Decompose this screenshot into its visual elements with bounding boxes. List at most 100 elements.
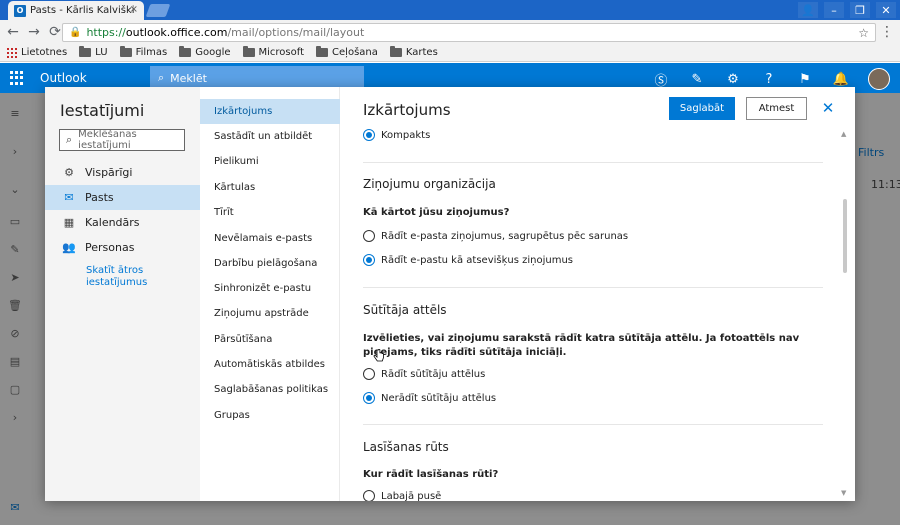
radio-compact[interactable]: Kompakts <box>363 129 430 141</box>
help-icon[interactable]: ? <box>760 70 778 88</box>
subnav-auto-replies[interactable]: Automātiskās atbildes <box>200 352 340 377</box>
minimize-button[interactable]: – <box>824 2 844 18</box>
gear-icon: ⚙ <box>64 166 74 179</box>
bookmark-label: Kartes <box>405 47 438 58</box>
browser-title-bar: O Pasts - Kārlis Kalviški × 👤 – ❐ ✕ <box>0 0 900 20</box>
outlook-favicon-icon: O <box>14 4 26 17</box>
settings-detail-pane: Izkārtojums Saglabāt Atmest ✕ Kompakts Z… <box>341 87 855 501</box>
settings-category-pane: Iestatījumi ⌕ Meklēšanas iestatījumi ⚙ V… <box>45 87 200 501</box>
app-launcher-icon[interactable] <box>10 71 24 85</box>
browser-tab[interactable]: O Pasts - Kārlis Kalviški × <box>8 1 144 20</box>
feedback-icon[interactable]: ⚑ <box>796 70 814 88</box>
folder-icon <box>316 46 329 57</box>
back-icon[interactable]: ← <box>5 24 21 40</box>
notifications-icon[interactable]: 🔔 <box>832 70 850 88</box>
settings-search-placeholder: Meklēšanas iestatījumi <box>78 129 137 151</box>
bookmark-label: Microsoft <box>258 47 305 58</box>
subnav-sync[interactable]: Sinhronizēt e-pastu <box>200 276 340 301</box>
subnav-compose[interactable]: Sastādīt un atbildēt <box>200 124 340 149</box>
url-input[interactable]: 🔒 https:// outlook.office.com /mail/opti… <box>62 23 876 42</box>
folder-icon <box>79 46 92 57</box>
subnav-customize-actions[interactable]: Darbību pielāgošana <box>200 251 340 276</box>
url-path: /mail/options/mail/layout <box>227 26 365 39</box>
scrollbar-thumb[interactable] <box>843 199 847 273</box>
reload-icon[interactable]: ⟳ <box>47 24 63 40</box>
sender-description: Izvēlieties, vai ziņojumu sarakstā rādīt… <box>363 333 800 358</box>
apps-grid-icon <box>7 47 17 58</box>
bookmark-folder[interactable]: Ceļošana <box>316 46 378 58</box>
nav-calendar[interactable]: ▦ Kalendārs <box>45 210 200 235</box>
tab-close-icon[interactable]: × <box>130 4 138 15</box>
subnav-retention[interactable]: Saglabāšanas politikas <box>200 377 340 402</box>
maximize-button[interactable]: ❐ <box>850 2 870 18</box>
browser-menu-icon[interactable]: ⋮ <box>880 24 894 40</box>
section-title-reading-pane: Lasīšanas rūts <box>363 440 449 454</box>
radio-label: Rādīt e-pastu kā atsevišķus ziņojumus <box>381 254 574 266</box>
new-tab-button[interactable] <box>145 4 171 17</box>
close-icon[interactable]: ✕ <box>819 99 837 117</box>
discard-button[interactable]: Atmest <box>746 97 807 120</box>
reading-question: Kur rādīt lasīšanas rūti? <box>363 469 499 480</box>
radio-label: Labajā pusē <box>381 490 442 502</box>
radio-label: Nerādīt sūtītāju attēlus <box>381 392 497 404</box>
divider <box>363 162 823 163</box>
forward-icon[interactable]: → <box>26 24 42 40</box>
radio-conversation[interactable]: Rādīt e-pasta ziņojumus, sagrupētus pēc … <box>363 230 628 242</box>
nav-label: Kalendārs <box>85 216 140 229</box>
subnav-attachments[interactable]: Pielikumi <box>200 149 340 174</box>
settings-scroll-area[interactable]: Kompakts Ziņojumu organizācija Kā kārtot… <box>341 127 855 501</box>
radio-individual[interactable]: Rādīt e-pastu kā atsevišķus ziņojumus <box>363 254 573 266</box>
avatar[interactable] <box>868 68 890 90</box>
bookmarks-bar: Lietotnes LU Filmas Google Microsoft Ceļ… <box>0 44 900 62</box>
nav-general[interactable]: ⚙ Vispārīgi <box>45 160 200 185</box>
section-title-sender-image: Sūtītāja attēls <box>363 303 447 317</box>
close-window-button[interactable]: ✕ <box>876 2 896 18</box>
subnav-forwarding[interactable]: Pārsūtīšana <box>200 327 340 352</box>
radio-dot <box>363 254 375 266</box>
search-icon: ⌕ <box>66 133 73 146</box>
tasks-icon[interactable]: ✎ <box>688 70 706 88</box>
bookmark-apps[interactable]: Lietotnes <box>7 47 67 58</box>
radio-dot <box>363 490 375 501</box>
profile-icon[interactable]: 👤 <box>798 2 818 18</box>
settings-gear-icon[interactable]: ⚙ <box>724 70 742 88</box>
bookmark-folder[interactable]: LU <box>79 46 108 58</box>
radio-label: Rādīt sūtītāju attēlus <box>381 368 486 380</box>
subnav-message-handling[interactable]: Ziņojumu apstrāde <box>200 301 340 326</box>
subnav-layout[interactable]: Izkārtojums <box>200 99 340 124</box>
bookmark-folder[interactable]: Google <box>179 46 231 58</box>
bookmark-folder[interactable]: Filmas <box>119 46 167 58</box>
bookmark-folder[interactable]: Microsoft <box>242 46 305 58</box>
bookmark-star-icon[interactable]: ☆ <box>858 26 869 40</box>
organization-question: Kā kārtot jūsu ziņojumus? <box>363 207 510 218</box>
nav-mail[interactable]: ✉ Pasts <box>45 185 200 210</box>
radio-label: Rādīt e-pasta ziņojumus, sagrupētus pēc … <box>381 230 629 242</box>
skype-icon[interactable]: Ⓢ <box>652 70 670 89</box>
hand-cursor-icon <box>373 349 384 362</box>
radio-dot <box>363 230 375 242</box>
divider <box>363 287 823 288</box>
nav-label: Pasts <box>85 191 114 204</box>
scroll-down-icon[interactable]: ▼ <box>841 489 849 497</box>
address-toolbar: ← → ⟳ 🔒 https:// outlook.office.com /mai… <box>0 20 900 44</box>
subnav-junk[interactable]: Nevēlamais e-pasts <box>200 226 340 251</box>
bookmark-label: LU <box>95 47 108 58</box>
search-placeholder: Meklēt <box>170 71 207 85</box>
radio-dot <box>363 129 375 141</box>
scroll-up-icon[interactable]: ▲ <box>841 130 849 138</box>
bookmark-folder[interactable]: Kartes <box>389 46 438 58</box>
radio-reading-right[interactable]: Labajā pusē <box>363 490 441 501</box>
radio-show-sender-images[interactable]: Rādīt sūtītāju attēlus <box>363 368 485 380</box>
panel-title: Izkārtojums <box>363 101 451 119</box>
quick-settings-link[interactable]: Skatīt ātros iestatījumus <box>86 265 186 289</box>
folder-icon <box>119 46 132 57</box>
subnav-rules[interactable]: Kārtulas <box>200 175 340 200</box>
subnav-sweep[interactable]: Tīrīt <box>200 200 340 225</box>
nav-people[interactable]: 👥 Personas <box>45 235 200 260</box>
save-button[interactable]: Saglabāt <box>669 97 735 120</box>
subnav-groups[interactable]: Grupas <box>200 403 340 428</box>
radio-hide-sender-images[interactable]: Nerādīt sūtītāju attēlus <box>363 392 496 404</box>
settings-search-input[interactable]: ⌕ Meklēšanas iestatījumi <box>59 129 185 151</box>
section-title-organization: Ziņojumu organizācija <box>363 177 496 191</box>
settings-title: Iestatījumi <box>60 101 145 120</box>
